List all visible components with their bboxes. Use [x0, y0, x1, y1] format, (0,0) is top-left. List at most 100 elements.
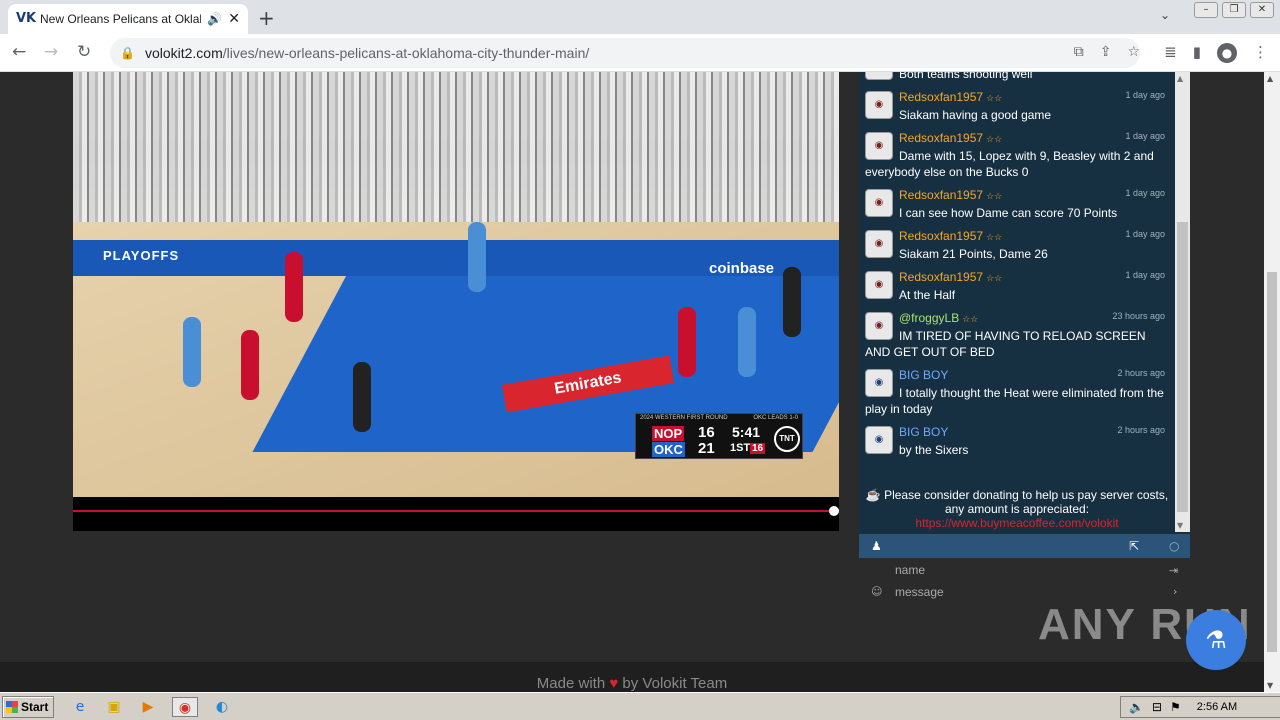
message-time: 1 day ago — [1125, 90, 1165, 100]
tab-search-chevron-icon[interactable]: ⌄ — [1160, 8, 1170, 22]
message-time: 1 day ago — [1125, 229, 1165, 239]
browser-tab[interactable]: VK New Orleans Pelicans at Oklahoma City… — [8, 4, 248, 34]
page-scroll-down-icon[interactable]: ▼ — [1267, 681, 1273, 690]
browser-tab-bar: VK New Orleans Pelicans at Oklahoma City… — [0, 0, 1280, 34]
browser-toolbar: ← → ↻ 🔒 volokit2.com/lives/new-orleans-p… — [0, 34, 1280, 72]
start-button[interactable]: Start — [2, 696, 54, 718]
media-player-icon[interactable]: ▶ — [138, 697, 158, 717]
popout-icon[interactable]: ⇱ — [1129, 539, 1139, 553]
user-avatar[interactable]: ◉ — [865, 132, 893, 160]
team1-score: 16 — [698, 424, 715, 441]
menu-kebab-icon[interactable]: ⋮ — [1253, 43, 1268, 63]
chat-message: ◉ Redsoxfan1957 ☆☆ 1 day ago I can see how D… — [859, 188, 1175, 221]
url-host: volokit2.com — [144, 45, 223, 61]
user-avatar[interactable]: ◉ — [865, 369, 893, 397]
restore-button[interactable]: ❐ — [1222, 2, 1246, 18]
page-scroll-up-icon[interactable]: ▲ — [1267, 74, 1273, 83]
donate-link[interactable]: https://www.buymeacoffee.com/volokit — [915, 516, 1118, 530]
chat-message: ◉ Redsoxfan1957 ☆☆ 1 day ago Siakam 21 Point… — [859, 229, 1175, 262]
status-icon[interactable]: ○ — [1169, 539, 1179, 553]
side-panel-icon[interactable]: ▮ — [1193, 43, 1201, 63]
chat-username[interactable]: Redsoxfan1957 ☆☆ — [865, 188, 1167, 205]
message-time: 1 day ago — [1125, 188, 1165, 198]
chat-username[interactable]: Redsoxfan1957 ☆☆ — [865, 131, 1167, 148]
video-frame: PLAYOFFS coinbase Emirates 2024 WESTERN … — [73, 72, 839, 497]
message-text: Both teams shooting well — [899, 72, 1033, 81]
team2-score: 21 — [698, 440, 715, 457]
taskbar: Start e ▣ ▶ ◉ ◐ 🔈 ⊟ ⚑ 2:56 AM — [0, 692, 1280, 720]
page-content: PLAYOFFS coinbase Emirates 2024 WESTERN … — [0, 72, 1264, 692]
user-avatar[interactable]: ◉ — [865, 312, 893, 340]
footer: Made with ♥ by Volokit Team — [0, 662, 1264, 692]
page-scroll-thumb[interactable] — [1267, 272, 1277, 652]
user-avatar[interactable]: ◉ — [865, 91, 893, 119]
user-avatar[interactable]: ◉ — [865, 271, 893, 299]
chat-message: ◉ BIG BOY 2 hours ago by the Sixers — [859, 425, 1175, 458]
chat-message: ◉ Both teams shooting well — [859, 72, 1175, 82]
emoji-icon[interactable]: ☺ — [871, 585, 882, 598]
chat-scroll-thumb[interactable] — [1177, 222, 1188, 512]
url-path: /lives/new-orleans-pelicans-at-oklahoma-… — [222, 45, 590, 61]
ie-icon[interactable]: e — [70, 697, 90, 717]
chat-message: ◉ Redsoxfan1957 ☆☆ 1 day ago Siakam having a… — [859, 90, 1175, 123]
forward-arrow-icon[interactable]: → — [44, 42, 58, 62]
login-icon[interactable]: ⇥ — [1169, 564, 1178, 577]
name-input[interactable] — [895, 560, 1175, 580]
media-control-icon[interactable]: ≣ — [1164, 43, 1177, 63]
video-progress-bar[interactable] — [73, 510, 839, 512]
edge-icon[interactable]: ◐ — [212, 697, 232, 717]
blocked-popup-icon[interactable]: ⧉ — [1074, 44, 1084, 60]
player — [468, 222, 486, 292]
rank-stars-icon: ☆☆ — [986, 192, 1003, 202]
bookmark-star-icon[interactable]: ☆ — [1127, 44, 1140, 60]
chat-message: ◉ Redsoxfan1957 ☆☆ 1 day ago At the Half — [859, 270, 1175, 303]
close-tab-icon[interactable]: ✕ — [228, 11, 240, 27]
heart-icon: ♥ — [609, 675, 619, 692]
chat-username[interactable]: Redsoxfan1957 ☆☆ — [865, 270, 1167, 287]
progress-knob[interactable] — [829, 506, 839, 516]
video-player[interactable]: PLAYOFFS coinbase Emirates 2024 WESTERN … — [73, 72, 839, 531]
page-scrollbar[interactable]: ▲ ▼ — [1264, 72, 1280, 692]
footer-by: by Volokit Team — [622, 675, 728, 692]
lock-icon[interactable]: 🔒 — [120, 46, 135, 60]
explorer-folder-icon[interactable]: ▣ — [104, 697, 124, 717]
message-text: Dame with 15, Lopez with 9, Beasley with… — [865, 149, 1154, 179]
chat-username[interactable]: Redsoxfan1957 ☆☆ — [865, 229, 1167, 246]
volume-icon[interactable]: 🔈 — [1129, 700, 1144, 714]
share-icon[interactable]: ⇪ — [1100, 44, 1112, 60]
scroll-up-icon[interactable]: ▲ — [1177, 74, 1183, 83]
clock[interactable]: 2:56 AM — [1197, 701, 1237, 713]
back-arrow-icon[interactable]: ← — [12, 42, 26, 62]
start-label: Start — [21, 700, 49, 714]
quarter: 1ST — [730, 442, 751, 454]
chat-panel: ◉ Both teams shooting well ◉Redsoxfan195… — [859, 72, 1190, 602]
send-icon[interactable]: › — [1173, 585, 1177, 598]
reload-icon[interactable]: ↻ — [77, 42, 91, 62]
video-controls — [73, 497, 839, 531]
close-window-button[interactable]: ✕ — [1250, 2, 1274, 18]
address-bar[interactable]: 🔒 volokit2.com/lives/new-orleans-pelican… — [110, 38, 1140, 68]
new-tab-button[interactable]: + — [258, 6, 275, 30]
message-time: 2 hours ago — [1117, 368, 1165, 378]
taskbar-apps: e ▣ ▶ ◉ ◐ — [70, 697, 232, 717]
user-icon[interactable]: ♟ — [871, 539, 882, 553]
network-icon[interactable]: ⊟ — [1152, 700, 1162, 714]
chat-inputs: ⇥ ☺ › — [859, 558, 1190, 602]
user-avatar[interactable]: ◉ — [865, 426, 893, 454]
chrome-icon[interactable]: ◉ — [172, 697, 198, 717]
scroll-down-icon[interactable]: ▼ — [1177, 521, 1183, 530]
chat-scrollbar[interactable]: ▲ ▼ — [1175, 72, 1190, 532]
flag-icon[interactable]: ⚑ — [1170, 700, 1181, 714]
chat-message: ◉ BIG BOY 2 hours ago I totally thought the… — [859, 368, 1175, 417]
user-avatar[interactable]: ◉ — [865, 230, 893, 258]
message-text: I totally thought the Heat were eliminat… — [865, 386, 1164, 416]
speaker-icon[interactable]: 🔊 — [207, 12, 222, 26]
message-input[interactable] — [895, 582, 1175, 602]
tnt-logo: TNT — [774, 426, 800, 452]
user-avatar[interactable]: ◉ — [865, 189, 893, 217]
minimize-button[interactable]: – — [1194, 2, 1218, 18]
message-text: Siakam 21 Points, Dame 26 — [899, 247, 1048, 261]
profile-avatar-icon[interactable]: ● — [1217, 43, 1237, 63]
chat-username[interactable]: Redsoxfan1957 ☆☆ — [865, 90, 1167, 107]
message-text: by the Sixers — [899, 443, 969, 457]
